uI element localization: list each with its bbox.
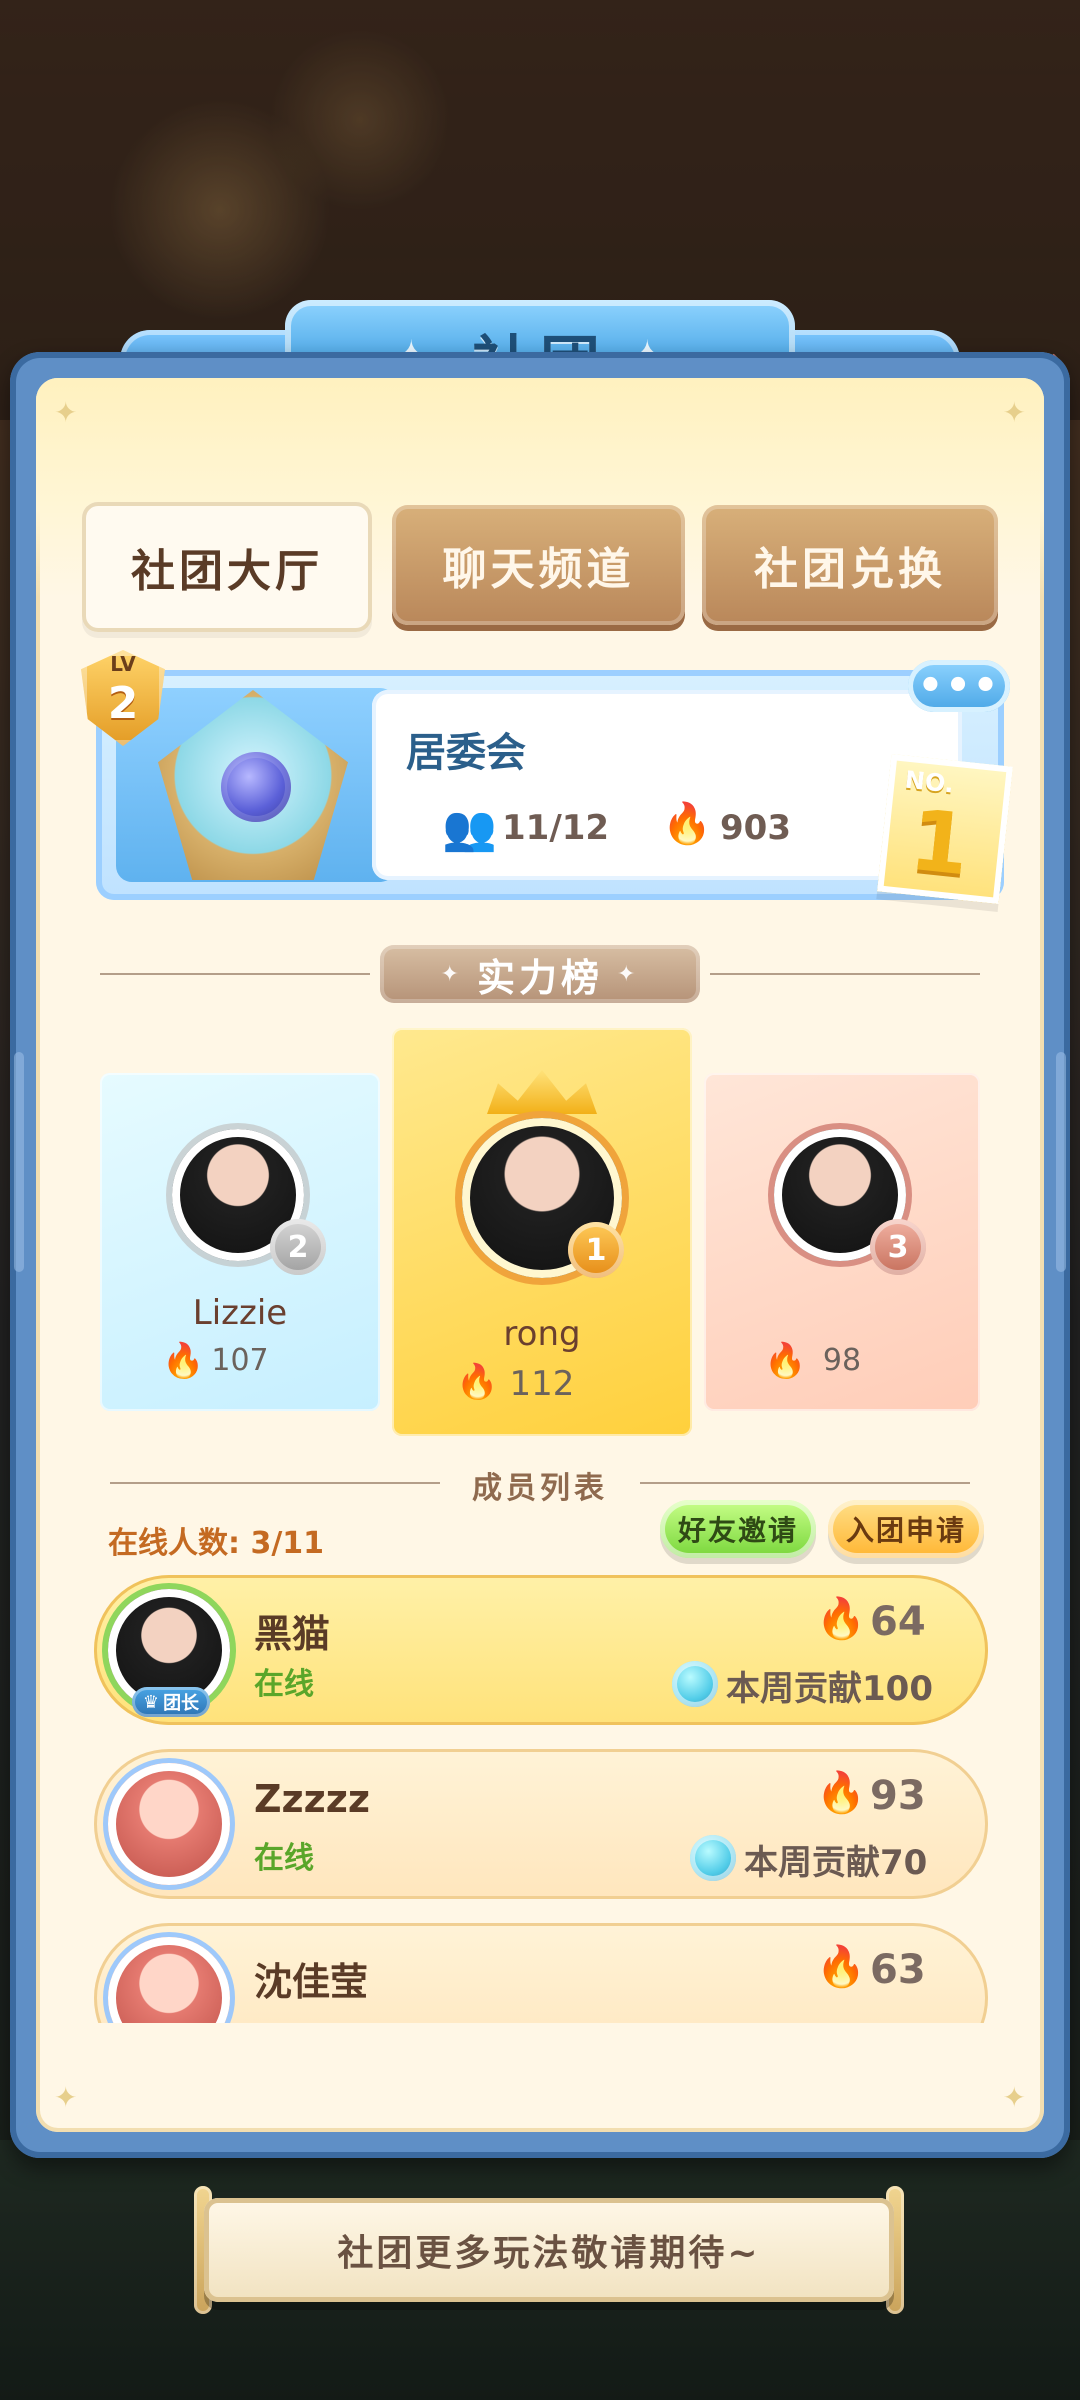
crown-icon	[487, 1070, 597, 1114]
coming-soon-banner: 社团更多玩法敬请期待~	[204, 2198, 894, 2302]
rose-emblem-icon	[221, 752, 291, 822]
more-options-button[interactable]: •••	[908, 660, 1010, 712]
fire-icon: 🔥	[816, 1596, 866, 1642]
fire-icon: 🔥	[816, 1770, 866, 1816]
sparkle-icon: ✦	[440, 961, 463, 987]
member-name: Zzzzz	[254, 1777, 371, 1821]
online-count: 在线人数: 3/11	[108, 1526, 325, 1561]
rank-3-medal-icon: 3	[870, 1219, 926, 1275]
leaderboard-name: Lizzie	[192, 1293, 288, 1333]
corner-star-icon: ✦	[54, 396, 78, 429]
avatar	[108, 1763, 230, 1885]
fire-icon: 🔥	[662, 801, 712, 847]
leaderboard-card-rank-2[interactable]: 2 Lizzie 🔥 107	[100, 1073, 380, 1411]
contribution-gem-icon	[672, 1661, 718, 1707]
member-power: 64	[870, 1599, 926, 1645]
member-name: 沈佳莹	[254, 1960, 369, 2004]
leaderboard-card-rank-1[interactable]: 1 rong 🔥 112	[392, 1028, 692, 1436]
club-level: 2	[107, 678, 139, 729]
corner-star-icon: ✦	[1002, 396, 1026, 429]
members-icon: 👥	[442, 803, 497, 854]
contribution-gem-icon	[690, 1835, 736, 1881]
tab-club-exchange[interactable]: 社团兑换	[702, 505, 998, 625]
member-list-title: 成员列表	[450, 1463, 630, 1507]
left-ornament	[14, 1052, 24, 1272]
club-info-card: LV 2 居委会 👥 11/12 🔥 903	[81, 650, 1004, 900]
rank-2-medal-icon: 2	[270, 1219, 326, 1275]
leaderboard-power: 112	[509, 1364, 575, 1404]
leaderboard-card-rank-3[interactable]: 3 🔥 98	[704, 1073, 980, 1411]
invite-friends-button[interactable]: 好友邀请	[660, 1500, 816, 1558]
fire-icon: 🔥	[816, 1944, 866, 1990]
section-divider	[110, 1482, 440, 1484]
member-power: 93	[870, 1773, 926, 1819]
club-name: 居委会	[406, 730, 526, 776]
member-list[interactable]: ♛ 团长 黑猫 在线 🔥 64 本周贡献100 Zzzzz 在线 🔥 93 本周…	[94, 1575, 988, 2023]
right-ornament	[1056, 1052, 1066, 1272]
member-row[interactable]: ♛ 团长 黑猫 在线 🔥 64 本周贡献100	[94, 1575, 988, 1725]
role-badge-text: 团长	[163, 1693, 200, 1714]
corner-star-icon: ✦	[1002, 2081, 1026, 2114]
member-status: 在线	[254, 1667, 314, 1702]
section-divider	[100, 973, 370, 975]
tab-chat-channel[interactable]: 聊天频道	[392, 505, 685, 625]
section-divider	[640, 1482, 970, 1484]
club-member-count: 11/12	[502, 808, 610, 848]
leaderboard-name: rong	[503, 1314, 581, 1354]
club-rank: 1	[905, 790, 974, 895]
leaderboard-title-text: 实力榜	[476, 955, 603, 1000]
member-row[interactable]: Zzzzz 在线 🔥 93 本周贡献70	[94, 1749, 988, 1899]
leaderboard-power: 107	[211, 1343, 269, 1378]
member-status: 在线	[254, 1841, 314, 1876]
club-level-prefix: LV	[110, 652, 136, 676]
leaderboard-title: ✦ 实力榜 ✦	[380, 945, 700, 1003]
club-info-box: 居委会 👥 11/12 🔥 903	[372, 690, 962, 880]
join-requests-button[interactable]: 入团申请	[828, 1500, 984, 1558]
member-name: 黑猫	[254, 1612, 331, 1656]
role-badge: ♛ 团长	[132, 1687, 210, 1717]
club-rank-tag: NO. 1	[877, 754, 1013, 904]
rank-1-medal-icon: 1	[568, 1222, 624, 1278]
corner-star-icon: ✦	[54, 2081, 78, 2114]
avatar	[108, 1937, 230, 2023]
member-contribution: 本周贡献100	[726, 1669, 933, 1709]
crown-icon: ♛	[142, 1691, 160, 1713]
leaderboard-power: 98	[822, 1343, 862, 1378]
tab-club-hall[interactable]: 社团大厅	[82, 502, 372, 632]
section-divider	[710, 973, 980, 975]
member-power: 63	[870, 1947, 926, 1993]
member-contribution: 本周贡献70	[744, 1843, 928, 1883]
club-power: 903	[720, 808, 791, 848]
sparkle-icon: ✦	[617, 961, 640, 987]
member-row[interactable]: 沈佳莹 🔥 63	[94, 1923, 988, 2023]
